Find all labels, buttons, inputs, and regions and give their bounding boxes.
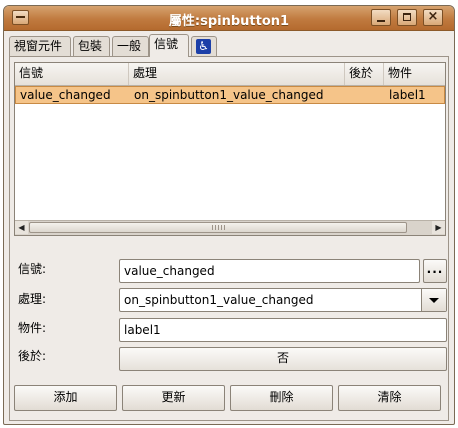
- table-header: 信號 處理 後於 物件: [15, 63, 445, 86]
- grip-icon: [212, 225, 226, 230]
- handler-combo[interactable]: on_spinbutton1_value_changed: [119, 288, 447, 312]
- handler-dropdown-button[interactable]: [421, 289, 446, 311]
- add-button[interactable]: 添加: [14, 385, 117, 411]
- tab-packing[interactable]: 包裝: [73, 36, 110, 56]
- after-label: 後於:: [18, 349, 47, 363]
- after-toggle-button[interactable]: 否: [119, 347, 447, 371]
- window-frame: 屬性:spinbutton1 × 視窗元件 包裝 一般 信號 ♿ 信號 處理 後…: [3, 5, 455, 425]
- handler-label: 處理:: [18, 292, 47, 306]
- title-bar[interactable]: 屬性:spinbutton1 ×: [4, 6, 454, 31]
- cell-signal: value_changed: [20, 88, 111, 102]
- browse-signal-button[interactable]: ...: [423, 259, 447, 283]
- accessibility-icon: ♿: [196, 39, 211, 54]
- horizontal-scrollbar[interactable]: ◀ ▶: [15, 220, 445, 235]
- scrollbar-thumb[interactable]: [29, 222, 407, 233]
- column-header-handler[interactable]: 處理: [129, 63, 345, 85]
- minimize-icon: [377, 20, 385, 22]
- column-header-signal[interactable]: 信號: [15, 63, 129, 85]
- delete-button[interactable]: 刪除: [230, 385, 333, 411]
- close-icon: ×: [427, 9, 439, 24]
- column-header-after[interactable]: 後於: [345, 63, 384, 85]
- tab-common[interactable]: 一般: [112, 36, 149, 56]
- scroll-right-icon[interactable]: ▶: [432, 221, 445, 234]
- maximize-button[interactable]: [397, 9, 417, 26]
- object-field[interactable]: label1: [119, 318, 447, 342]
- minimize-button[interactable]: [371, 9, 391, 26]
- column-header-object[interactable]: 物件: [384, 63, 445, 85]
- object-label: 物件:: [18, 321, 47, 335]
- properties-window: 屬性:spinbutton1 × 視窗元件 包裝 一般 信號 ♿ 信號 處理 後…: [0, 0, 458, 428]
- scroll-left-icon[interactable]: ◀: [15, 221, 28, 234]
- update-button[interactable]: 更新: [122, 385, 225, 411]
- maximize-icon: [403, 13, 411, 21]
- chevron-down-icon: [429, 298, 439, 303]
- cell-object: label1: [389, 88, 426, 102]
- tab-widget[interactable]: 視窗元件: [9, 36, 71, 56]
- cell-handler: on_spinbutton1_value_changed: [134, 88, 324, 102]
- handler-value: on_spinbutton1_value_changed: [124, 293, 314, 307]
- signals-page: 信號 處理 後於 物件 value_changed on_spinbutton1…: [9, 56, 449, 421]
- signals-table[interactable]: 信號 處理 後於 物件 value_changed on_spinbutton1…: [14, 62, 446, 236]
- clear-button[interactable]: 清除: [338, 385, 441, 411]
- signal-field[interactable]: value_changed: [119, 259, 420, 283]
- tab-signals[interactable]: 信號: [149, 34, 189, 57]
- table-row[interactable]: value_changed on_spinbutton1_value_chang…: [15, 86, 445, 104]
- tab-accessibility[interactable]: ♿: [191, 36, 217, 56]
- close-button[interactable]: ×: [423, 9, 443, 26]
- signal-label: 信號:: [18, 262, 47, 276]
